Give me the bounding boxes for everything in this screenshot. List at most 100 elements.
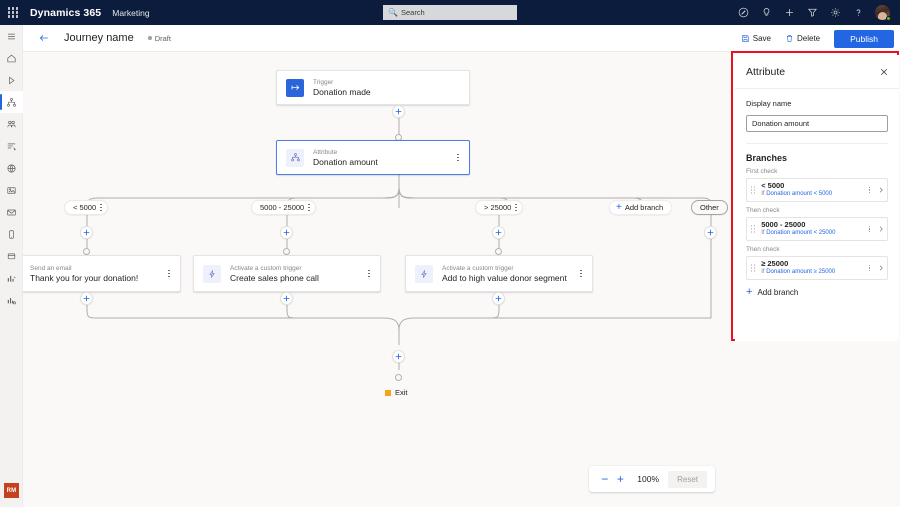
user-initials-badge[interactable]: RM xyxy=(4,483,19,498)
top-navigation-bar: Dynamics 365 Marketing 🔍 Search xyxy=(0,0,900,25)
branch-pill-menu-icon[interactable] xyxy=(515,204,517,212)
node-trigger[interactable]: Trigger Donation made xyxy=(276,70,470,105)
sidebar-item-email[interactable] xyxy=(0,201,23,223)
chevron-right-icon[interactable] xyxy=(874,186,887,194)
zoom-in-button[interactable]: + xyxy=(613,469,629,489)
node-add-to-high-value-donor-segment[interactable]: Activate a custom trigger Add to high va… xyxy=(405,255,593,292)
branch-card-menu-icon[interactable] xyxy=(869,265,870,271)
add-step-plus-before-exit[interactable] xyxy=(392,350,405,363)
branch-pill-menu-icon[interactable] xyxy=(100,204,102,212)
sidebar-item-mobile[interactable] xyxy=(0,223,23,245)
add-step-plus-branch-2[interactable] xyxy=(280,226,293,239)
search-icon: 🔍 xyxy=(388,8,398,17)
add-step-plus-branch-other[interactable] xyxy=(704,226,717,239)
branch-pill-3[interactable]: > 25000 xyxy=(475,200,523,215)
sidebar-item-analytics[interactable] xyxy=(0,267,23,289)
command-bar-actions: Save Delete Publish xyxy=(735,25,894,52)
trigger-icon xyxy=(286,79,304,97)
branch-card-menu-icon[interactable] xyxy=(869,187,870,193)
drag-handle-icon[interactable] xyxy=(751,264,755,271)
chevron-right-icon[interactable] xyxy=(874,225,887,233)
add-step-plus-branch-1[interactable] xyxy=(80,226,93,239)
node-overflow-menu[interactable] xyxy=(361,256,377,291)
gear-icon[interactable] xyxy=(824,0,847,25)
panel-add-branch-button[interactable]: + Add branch xyxy=(746,287,888,298)
search-input[interactable]: 🔍 Search xyxy=(383,5,517,20)
sidebar-item-recent[interactable] xyxy=(0,69,23,91)
images-icon xyxy=(6,185,17,196)
publish-button[interactable]: Publish xyxy=(834,30,894,48)
lightbulb-icon[interactable] xyxy=(755,0,778,25)
branch-card-condition: If Donation amount < 25000 xyxy=(761,229,869,238)
branch-pill-other[interactable]: Other xyxy=(691,200,728,215)
node-overflow-menu[interactable] xyxy=(161,256,177,291)
node-overflow-menu[interactable] xyxy=(573,256,589,291)
chevron-right-icon[interactable] xyxy=(874,264,887,272)
top-nav-icons xyxy=(732,0,895,25)
zoom-reset-button[interactable]: Reset xyxy=(668,471,707,488)
page-title: Journey name xyxy=(64,32,134,44)
attribute-panel-highlight: Attribute Display name Branches First ch… xyxy=(731,51,899,341)
node-overflow-menu[interactable] xyxy=(450,141,466,174)
plus-icon: + xyxy=(616,203,622,213)
zoom-out-button[interactable]: − xyxy=(597,469,613,489)
panel-title: Attribute xyxy=(746,66,879,78)
left-navigation-rail: RM xyxy=(0,25,23,507)
close-icon[interactable] xyxy=(879,67,889,77)
app-name-label: Marketing xyxy=(112,8,149,18)
branch-card-condition: If Donation amount ≥ 25000 xyxy=(761,268,869,277)
display-name-input[interactable] xyxy=(746,115,888,132)
zoom-level-label: 100% xyxy=(636,474,660,484)
sidebar-item-segments[interactable] xyxy=(0,113,23,135)
node-create-sales-phone-call[interactable]: Activate a custom trigger Create sales p… xyxy=(193,255,381,292)
sidebar-item-home[interactable] xyxy=(0,47,23,69)
sidebar-item-images[interactable] xyxy=(0,179,23,201)
waffle-icon[interactable] xyxy=(0,0,26,25)
presence-indicator xyxy=(886,16,891,21)
branch-card-title: 5000 - 25000 xyxy=(761,220,869,230)
save-label: Save xyxy=(753,34,771,43)
journeys-icon xyxy=(6,97,17,108)
node-send-email[interactable]: Send an email Thank you for your donatio… xyxy=(23,255,181,292)
panel-branch-card-2[interactable]: 5000 - 25000 If Donation amount < 25000 xyxy=(746,217,888,241)
panel-branch-card-3[interactable]: ≥ 25000 If Donation amount ≥ 25000 xyxy=(746,256,888,280)
delete-button[interactable]: Delete xyxy=(779,31,826,46)
cond-link[interactable]: Donation amount < 5000 xyxy=(766,191,832,197)
add-step-plus-after-call[interactable] xyxy=(280,292,293,305)
sidebar-item-reports[interactable] xyxy=(0,289,23,311)
custom-trigger-icon xyxy=(203,265,221,283)
plus-icon[interactable] xyxy=(778,0,801,25)
help-question-icon[interactable] xyxy=(847,0,870,25)
sidebar-item-push-notification[interactable] xyxy=(0,245,23,267)
sidebar-item-journeys[interactable] xyxy=(0,91,23,113)
add-step-plus-after-email[interactable] xyxy=(80,292,93,305)
cond-link[interactable]: Donation amount < 25000 xyxy=(766,230,835,236)
drag-handle-icon[interactable] xyxy=(751,225,755,232)
drag-handle-icon[interactable] xyxy=(751,186,755,193)
avatar[interactable] xyxy=(870,0,895,25)
back-arrow-icon[interactable] xyxy=(31,25,57,52)
exit-node[interactable]: Exit xyxy=(385,388,408,397)
add-step-plus-after-segment[interactable] xyxy=(492,292,505,305)
node-attribute[interactable]: Attribute Donation amount xyxy=(276,140,470,175)
status-dot-icon xyxy=(148,36,152,40)
sidebar-item-forms[interactable] xyxy=(0,135,23,157)
panel-branch-card-1[interactable]: < 5000 If Donation amount < 5000 xyxy=(746,178,888,202)
cond-link[interactable]: Donation amount ≥ 25000 xyxy=(766,269,835,275)
canvas-add-branch-button[interactable]: + Add branch xyxy=(609,200,672,215)
branch-pill-menu-icon[interactable] xyxy=(308,204,310,212)
add-branch-label: Add branch xyxy=(757,288,798,297)
sidebar-item-globe[interactable] xyxy=(0,157,23,179)
add-step-plus-branch-3[interactable] xyxy=(492,226,505,239)
sidebar-item-hamburger-menu[interactable] xyxy=(0,25,23,47)
branch-pill-1[interactable]: < 5000 xyxy=(64,200,108,215)
filter-icon[interactable] xyxy=(801,0,824,25)
node-text: Send an email Thank you for your donatio… xyxy=(30,264,161,284)
save-button[interactable]: Save xyxy=(735,31,777,46)
attribute-panel: Attribute Display name Branches First ch… xyxy=(735,55,899,341)
edit-pencil-icon[interactable] xyxy=(732,0,755,25)
add-step-plus-trigger[interactable] xyxy=(392,105,405,118)
branch-pill-2[interactable]: 5000 - 25000 xyxy=(251,200,316,215)
panel-body: Display name Branches First check < 5000… xyxy=(735,89,899,298)
branch-card-menu-icon[interactable] xyxy=(869,226,870,232)
